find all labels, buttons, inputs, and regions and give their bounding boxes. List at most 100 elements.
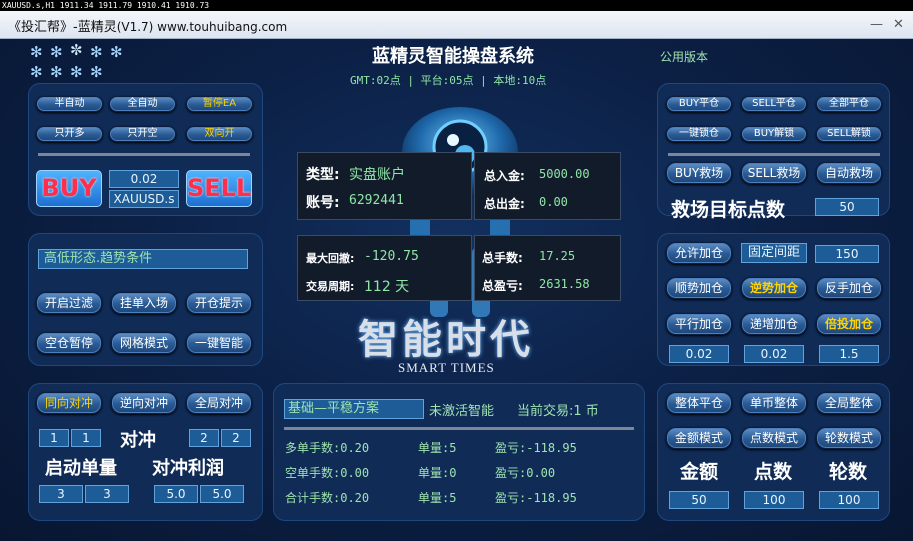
symbol-field[interactable]: XAUUSD.s — [109, 190, 179, 208]
sell-close-button[interactable]: SELL平仓 — [741, 96, 807, 112]
global-overall-button[interactable]: 全局整体 — [816, 392, 882, 414]
rescue-target-input[interactable]: 50 — [815, 198, 879, 216]
sell-rescue-button[interactable]: SELL救场 — [741, 162, 807, 184]
deposit-value: 5000.00 — [539, 167, 590, 181]
hedge-left-input-2[interactable]: 1 — [71, 429, 101, 447]
long-only-button[interactable]: 只开多 — [36, 126, 103, 142]
points-mode-button[interactable]: 点数模式 — [741, 427, 807, 449]
amount-mode-button[interactable]: 金额模式 — [666, 427, 732, 449]
flat-pause-button[interactable]: 空仓暂停 — [36, 332, 102, 354]
withdraw-label: 总出金: — [484, 197, 525, 211]
rounds-input[interactable]: 100 — [819, 491, 879, 509]
hedge-profit-input-2[interactable]: 5.0 — [200, 485, 244, 503]
buy-unlock-button[interactable]: BUY解锁 — [741, 126, 807, 142]
short-count: 单量:0 — [418, 466, 457, 480]
points-label: 点数 — [754, 461, 793, 483]
deposit-label: 总入金: — [484, 169, 525, 183]
one-click-lock-button[interactable]: 一键锁仓 — [666, 126, 732, 142]
short-only-button[interactable]: 只开空 — [109, 126, 176, 142]
divider — [284, 427, 634, 430]
fixed-gap-label: 固定间距 — [741, 243, 807, 263]
rounds-label: 轮数 — [829, 461, 868, 483]
hedge-profit-input-1[interactable]: 5.0 — [154, 485, 198, 503]
parallel-add-button[interactable]: 平行加仓 — [666, 313, 732, 335]
snowflake-icon: ✻ — [30, 63, 43, 81]
allow-add-button[interactable]: 允许加仓 — [666, 242, 732, 264]
counter-trend-add-button[interactable]: 逆势加仓 — [741, 277, 807, 299]
pause-ea-button[interactable]: 暂停EA — [186, 96, 253, 112]
double-add-button[interactable]: 倍投加仓 — [816, 313, 882, 335]
incremental-add-button[interactable]: 递增加仓 — [741, 313, 807, 335]
global-hedge-button[interactable]: 全局对冲 — [186, 392, 252, 414]
snowflake-icon: ✻ — [90, 43, 103, 61]
full-auto-button[interactable]: 全自动 — [109, 96, 176, 112]
snowflake-icon: ✻ — [30, 43, 43, 61]
total-lots-value: 17.25 — [539, 249, 576, 263]
rescue-target-label: 救场目标点数 — [671, 199, 786, 221]
gap-input[interactable]: 150 — [815, 245, 879, 263]
total-lots-label: 总手数: — [482, 251, 523, 265]
add-value-input-3[interactable]: 1.5 — [819, 345, 879, 363]
drawdown-label: 最大回撤: — [306, 252, 355, 265]
start-lot-input-1[interactable]: 3 — [39, 485, 83, 503]
account-type-value: 实盘账户 — [349, 167, 405, 183]
hedge-left-input-1[interactable]: 1 — [39, 429, 69, 447]
buy-rescue-button[interactable]: BUY救场 — [666, 162, 732, 184]
both-directions-button[interactable]: 双向开 — [186, 126, 253, 142]
same-direction-hedge-button[interactable]: 同向对冲 — [36, 392, 102, 414]
sell-unlock-button[interactable]: SELL解锁 — [816, 126, 882, 142]
withdraw-value: 0.00 — [539, 195, 568, 209]
snowflake-icon: ✻ — [90, 63, 103, 81]
total-pnl-value: 2631.58 — [539, 277, 590, 291]
buy-close-button[interactable]: BUY平仓 — [666, 96, 732, 112]
hedge-right-input-1[interactable]: 2 — [189, 429, 219, 447]
start-lot-input-2[interactable]: 3 — [85, 485, 129, 503]
add-value-input-1[interactable]: 0.02 — [669, 345, 729, 363]
drawdown-value: -120.75 — [364, 249, 419, 264]
rounds-mode-button[interactable]: 轮数模式 — [816, 427, 882, 449]
smart-status: 未激活智能 — [429, 404, 495, 419]
one-click-smart-button[interactable]: 一键智能 — [186, 332, 252, 354]
single-symbol-overall-button[interactable]: 单币整体 — [741, 392, 807, 414]
buy-button[interactable]: BUY — [36, 170, 102, 207]
trade-period-value: 112 天 — [364, 279, 410, 295]
semi-auto-button[interactable]: 半自动 — [36, 96, 103, 112]
points-input[interactable]: 100 — [744, 491, 804, 509]
enable-filter-button[interactable]: 开启过滤 — [36, 292, 102, 314]
app-canvas: ✻ ✻ ✼ ✻ ✻ ✻ ✻ ✻ ✻ 蓝精灵智能操盘系统 GMT:02点 | 平台… — [0, 39, 913, 541]
divider — [668, 153, 880, 156]
add-value-input-2[interactable]: 0.02 — [744, 345, 804, 363]
total-pnl-label: 总盈亏: — [482, 279, 523, 293]
window-title: 《投汇帮》-蓝精灵(V1.7) www.touhuibang.com — [8, 20, 288, 35]
short-pnl: 盈亏:0.00 — [495, 466, 556, 480]
hedge-profit-label: 对冲利润 — [152, 458, 224, 479]
trend-add-button[interactable]: 顺势加仓 — [666, 277, 732, 299]
auto-rescue-button[interactable]: 自动救场 — [816, 162, 882, 184]
account-number-label: 账号: — [306, 195, 340, 211]
app-title: 蓝精灵智能操盘系统 — [372, 46, 534, 67]
long-lots: 多单手数:0.20 — [285, 441, 370, 455]
current-trade-info: 当前交易:1 币 — [517, 404, 599, 419]
hedge-right-input-2[interactable]: 2 — [221, 429, 251, 447]
logo-text: 智能时代 — [358, 316, 534, 363]
close-icon[interactable]: ✕ — [893, 17, 904, 32]
condition-field[interactable]: 高低形态.趋势条件 — [38, 249, 248, 269]
close-all-button[interactable]: 全部平仓 — [816, 96, 882, 112]
plan-select[interactable]: 基础—平稳方案 — [284, 399, 424, 419]
reverse-add-button[interactable]: 反手加仓 — [816, 277, 882, 299]
pending-entry-button[interactable]: 挂单入场 — [111, 292, 177, 314]
total-count: 单量:5 — [418, 491, 457, 505]
open-alert-button[interactable]: 开仓提示 — [186, 292, 252, 314]
overall-close-button[interactable]: 整体平仓 — [666, 392, 732, 414]
total-pnl: 盈亏:-118.95 — [495, 491, 577, 505]
minimize-button[interactable]: — — [870, 17, 883, 32]
total-lots: 合计手数:0.20 — [285, 491, 370, 505]
snowflake-icon: ✻ — [50, 63, 63, 81]
snowflake-icon: ✻ — [70, 63, 83, 81]
amount-input[interactable]: 50 — [669, 491, 729, 509]
reverse-hedge-button[interactable]: 逆向对冲 — [111, 392, 177, 414]
short-lots: 空单手数:0.00 — [285, 466, 370, 480]
sell-button[interactable]: SELL — [186, 170, 252, 207]
lot-size-input[interactable]: 0.02 — [109, 170, 179, 188]
grid-mode-button[interactable]: 网格模式 — [111, 332, 177, 354]
